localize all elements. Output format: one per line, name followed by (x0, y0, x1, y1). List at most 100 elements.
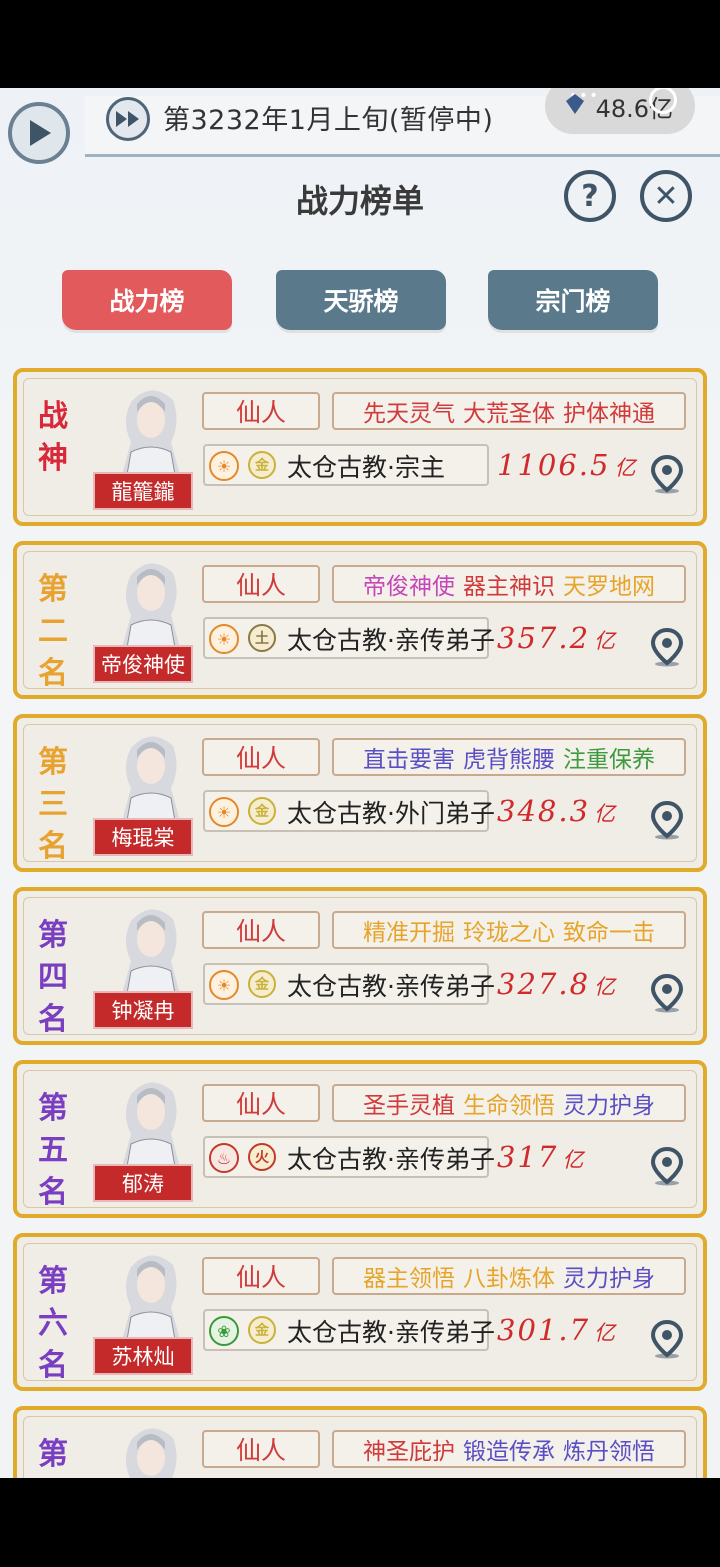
question-icon: ? (581, 178, 599, 214)
avatar (119, 563, 183, 659)
skill-tag: 精准开掘 (363, 920, 455, 946)
rank-char: 名 (38, 1002, 68, 1037)
fast-forward-button[interactable] (106, 97, 150, 141)
rank-card[interactable]: 第二名帝俊神使 仙人 帝俊神使 器主神识 天罗地网 ☀ 土太仓古教·亲传弟子 357.2 亿 (13, 541, 707, 699)
location-pin-icon[interactable] (647, 1146, 687, 1186)
location-pin-icon[interactable] (647, 454, 687, 494)
power-unit: 亿 (614, 456, 638, 480)
combat-power: 327.8 亿 (497, 967, 617, 1001)
rank-char: 第 (38, 1264, 68, 1299)
rank-char: 四 (38, 960, 68, 995)
close-icon: ✕ (653, 178, 679, 214)
rank-label: 第二名 (31, 569, 75, 695)
help-button[interactable]: ? (564, 170, 616, 222)
sect-title: 太仓古教·亲传弟子 (287, 972, 495, 1001)
character-name: 梅琨棠 (93, 818, 193, 856)
power-unit: 亿 (594, 802, 618, 826)
skill-tag: 器主领悟 (363, 1266, 455, 1292)
rank-char: 三 (38, 787, 68, 822)
fast-forward-icon (116, 111, 139, 127)
tab-combat-power[interactable]: 战力榜 (62, 270, 232, 330)
rank-card[interactable]: 第四名钟凝冉 仙人 精准开掘 玲珑之心 致命一击 ☀ 金太仓古教·亲传弟子 327.8 亿 (13, 887, 707, 1045)
location-pin-icon[interactable] (647, 1319, 687, 1359)
rank-card[interactable]: 第仙人 神圣庇护 锻造传承 炼丹领悟 (13, 1406, 707, 1478)
skill-tag: 虎背熊腰 (463, 747, 555, 773)
skill-tags: 圣手灵植 生命领悟 灵力护身 (332, 1084, 686, 1122)
power-value: 301.7 (497, 1313, 591, 1347)
rank-char: 战 (38, 399, 68, 434)
avatar (119, 1255, 183, 1351)
rank-label: 第五名 (31, 1088, 75, 1214)
power-value: 357.2 (497, 621, 591, 655)
skill-tags: 器主领悟 八卦炼体 灵力护身 (332, 1257, 686, 1295)
power-unit: 亿 (562, 1148, 586, 1172)
realm-badge: 仙人 (202, 1084, 320, 1122)
avatar (119, 1082, 183, 1178)
skill-tag: 帝俊神使 (363, 574, 455, 600)
tab-sect[interactable]: 宗门榜 (488, 270, 658, 330)
close-button[interactable]: ✕ (640, 170, 692, 222)
fire-ring-icon: ♨ (209, 1143, 239, 1173)
rank-char: 五 (38, 1133, 68, 1168)
element-badge: 金 (248, 970, 276, 998)
skill-tag: 神圣庇护 (363, 1439, 455, 1465)
location-pin-icon[interactable] (647, 627, 687, 667)
rank-label: 第 (31, 1434, 75, 1476)
skill-tag: 玲珑之心 (463, 920, 555, 946)
location-pin-icon[interactable] (647, 800, 687, 840)
character-name: 帝俊神使 (93, 645, 193, 683)
power-unit: 亿 (594, 629, 618, 653)
realm-badge: 仙人 (202, 565, 320, 603)
combat-power: 317 亿 (497, 1140, 585, 1174)
rank-card[interactable]: 第三名梅琨棠 仙人 直击要害 虎背熊腰 注重保养 ☀ 金太仓古教·外门弟子 348.3 亿 (13, 714, 707, 872)
element-badge: 金 (248, 1316, 276, 1344)
sect-title: 太仓古教·亲传弟子 (287, 1145, 495, 1174)
realm-badge: 仙人 (202, 1257, 320, 1295)
leaderboard-screen: 第3232年1月上旬(暂停中) ••• 48.6亿 战力榜单 ? ✕ 战力榜 天… (0, 88, 720, 1478)
skill-tags: 帝俊神使 器主神识 天罗地网 (332, 565, 686, 603)
character-name: 苏林灿 (93, 1337, 193, 1375)
rank-label: 第三名 (31, 742, 75, 868)
power-unit: 亿 (594, 1321, 618, 1345)
tab-prodigy[interactable]: 天骄榜 (276, 270, 446, 330)
rank-char: 第 (38, 745, 68, 780)
rank-card[interactable]: 第六名苏林灿 仙人 器主领悟 八卦炼体 灵力护身 ❀ 金太仓古教·亲传弟子 301.7 亿 (13, 1233, 707, 1391)
skill-tag: 天罗地网 (563, 574, 655, 600)
sect-title: 太仓古教·外门弟子 (287, 799, 495, 828)
character-name: 龍籠鑨 (93, 472, 193, 510)
rank-card[interactable]: 第五名郁涛 仙人 圣手灵植 生命领悟 灵力护身 ♨ 火太仓古教·亲传弟子 317 亿 (13, 1060, 707, 1218)
realm-badge: 仙人 (202, 911, 320, 949)
character-name: 郁涛 (93, 1164, 193, 1202)
skill-tag: 大荒圣体 (463, 401, 555, 427)
currency-display[interactable]: ••• 48.6亿 (545, 88, 695, 134)
play-icon (30, 120, 51, 146)
skill-tag: 器主神识 (463, 574, 555, 600)
sun-icon: ☀ (209, 797, 239, 827)
power-value: 1106.5 (497, 448, 611, 482)
element-badge: 金 (248, 451, 276, 479)
rank-char: 名 (38, 1348, 68, 1383)
skill-tags: 直击要害 虎背熊腰 注重保养 (332, 738, 686, 776)
skill-tags: 神圣庇护 锻造传承 炼丹领悟 (332, 1430, 686, 1468)
skill-tag: 灵力护身 (563, 1093, 655, 1119)
combat-power: 301.7 亿 (497, 1313, 617, 1347)
location-pin-icon[interactable] (647, 973, 687, 1013)
realm-badge: 仙人 (202, 392, 320, 430)
play-button[interactable] (8, 102, 70, 164)
realm-badge: 仙人 (202, 1430, 320, 1468)
combat-power: 357.2 亿 (497, 621, 617, 655)
skill-tag: 灵力护身 (563, 1266, 655, 1292)
skill-tag: 护体神通 (563, 401, 655, 427)
skill-tags: 先天灵气 大荒圣体 护体神通 (332, 392, 686, 430)
skill-tag: 炼丹领悟 (563, 1439, 655, 1465)
skill-tag: 注重保养 (563, 747, 655, 773)
rank-card[interactable]: 战神龍籠鑨 仙人 先天灵气 大荒圣体 护体神通 ☀ 金太仓古教·宗主 1106.5 亿 (13, 368, 707, 526)
sect-title: 太仓古教·亲传弟子 (287, 1318, 495, 1347)
game-date: 第3232年1月上旬(暂停中) (163, 105, 494, 136)
combat-power: 1106.5 亿 (497, 448, 637, 482)
rank-char: 六 (38, 1306, 68, 1341)
element-badge: 火 (248, 1143, 276, 1171)
skill-tag: 生命领悟 (463, 1093, 555, 1119)
skill-tag: 锻造传承 (463, 1439, 555, 1465)
realm-badge: 仙人 (202, 738, 320, 776)
